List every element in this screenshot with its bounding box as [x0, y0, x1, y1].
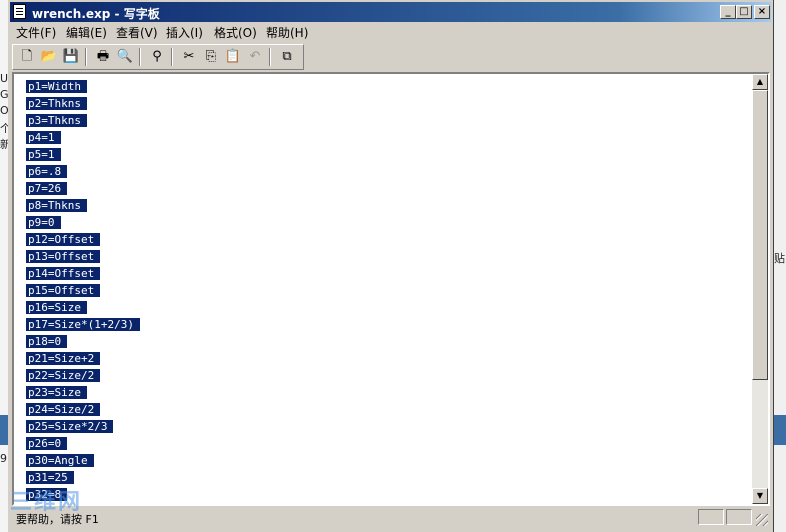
document-line[interactable]: p6=.8: [26, 163, 140, 180]
menu-file[interactable]: 文件(F): [16, 24, 56, 41]
document-line[interactable]: p9=0: [26, 214, 140, 231]
paste-icon[interactable]: 📋: [223, 48, 243, 66]
selected-text[interactable]: p25=Size*2/3: [26, 420, 114, 433]
selected-text[interactable]: p21=Size+2: [26, 352, 101, 365]
background-tab: [0, 415, 8, 445]
menu-insert[interactable]: 插入(I): [166, 24, 203, 41]
minimize-button[interactable]: _: [720, 5, 736, 19]
document-line[interactable]: p30=Angle: [26, 452, 140, 469]
document-line[interactable]: p4=1: [26, 129, 140, 146]
print-icon[interactable]: 🖶: [93, 48, 113, 66]
watermark-logo: 三维网: [10, 490, 83, 515]
close-button[interactable]: ×: [754, 5, 770, 19]
selected-text[interactable]: p22=Size/2: [26, 369, 101, 382]
toolbar-separator: [139, 48, 141, 66]
document-icon[interactable]: [13, 4, 26, 19]
selected-text[interactable]: p13=Offset: [26, 250, 101, 263]
document-line[interactable]: p24=Size/2: [26, 401, 140, 418]
document-line[interactable]: p21=Size+2: [26, 350, 140, 367]
selected-text[interactable]: p12=Offset: [26, 233, 101, 246]
document-line[interactable]: p2=Thkns: [26, 95, 140, 112]
menu-edit[interactable]: 编辑(E): [66, 24, 107, 41]
scroll-up-button[interactable]: ▲: [752, 74, 768, 90]
document-editor[interactable]: p1=Width p2=Thkns p3=Thkns p4=1 p5=1 p6=.8 p7=…: [12, 72, 770, 506]
resize-grip[interactable]: [756, 514, 768, 526]
selected-text[interactable]: p3=Thkns: [26, 114, 87, 127]
selected-text[interactable]: p7=26: [26, 182, 68, 195]
background-text: 贴: [774, 252, 785, 265]
wordpad-window: wrench.exp - 写字板 _ □ × 文件(F) 编辑(E) 查看(V)…: [8, 0, 774, 532]
scroll-thumb[interactable]: [752, 90, 768, 380]
document-line[interactable]: p5=1: [26, 146, 140, 163]
selected-text[interactable]: p16=Size: [26, 301, 87, 314]
status-panel: [698, 509, 724, 525]
menu-help[interactable]: 帮助(H): [266, 24, 308, 41]
print-preview-icon[interactable]: 🔍: [115, 48, 135, 66]
toolbar-separator: [85, 48, 87, 66]
vertical-scrollbar[interactable]: ▲ ▼: [752, 74, 768, 504]
selected-text[interactable]: p2=Thkns: [26, 97, 87, 110]
selected-text[interactable]: p31=25: [26, 471, 74, 484]
toolbar: 🗋 📂 💾 🖶 🔍 ⚲ ✂ ⎘ 📋 ↶ ⧉: [12, 44, 304, 70]
background-tab: [774, 415, 786, 445]
selected-text[interactable]: p18=0: [26, 335, 68, 348]
selected-text[interactable]: p1=Width: [26, 80, 87, 93]
document-line[interactable]: p25=Size*2/3: [26, 418, 140, 435]
window-title: wrench.exp - 写字板: [32, 7, 160, 21]
document-line[interactable]: p15=Offset: [26, 282, 140, 299]
open-icon[interactable]: 📂: [39, 48, 59, 66]
document-line[interactable]: p14=Offset: [26, 265, 140, 282]
selected-text[interactable]: p26=0: [26, 437, 68, 450]
document-line[interactable]: p1=Width: [26, 78, 140, 95]
document-line[interactable]: p7=26: [26, 180, 140, 197]
status-panel: [726, 509, 752, 525]
insert-object-icon[interactable]: ⧉: [277, 48, 297, 66]
menu-view[interactable]: 查看(V): [116, 24, 158, 41]
menu-bar: 文件(F) 编辑(E) 查看(V) 插入(I) 格式(O) 帮助(H): [10, 22, 771, 41]
scroll-down-button[interactable]: ▼: [752, 488, 768, 504]
document-line[interactable]: p13=Offset: [26, 248, 140, 265]
cut-icon[interactable]: ✂: [179, 48, 199, 66]
background-text: U: [0, 72, 9, 85]
copy-icon[interactable]: ⎘: [201, 48, 221, 66]
toolbar-separator: [171, 48, 173, 66]
document-line[interactable]: p23=Size: [26, 384, 140, 401]
maximize-button[interactable]: □: [736, 5, 752, 19]
selected-text[interactable]: p9=0: [26, 216, 61, 229]
selected-text[interactable]: p4=1: [26, 131, 61, 144]
find-icon[interactable]: ⚲: [147, 48, 167, 66]
selected-text[interactable]: p8=Thkns: [26, 199, 87, 212]
document-line[interactable]: p3=Thkns: [26, 112, 140, 129]
selected-text[interactable]: p23=Size: [26, 386, 87, 399]
document-line[interactable]: p16=Size: [26, 299, 140, 316]
toolbar-separator: [269, 48, 271, 66]
undo-icon[interactable]: ↶: [245, 48, 265, 66]
selected-text[interactable]: p30=Angle: [26, 454, 94, 467]
selected-text[interactable]: p17=Size*(1+2/3): [26, 318, 140, 331]
new-icon[interactable]: 🗋: [17, 48, 37, 66]
selected-text[interactable]: p5=1: [26, 148, 61, 161]
document-line[interactable]: p8=Thkns: [26, 197, 140, 214]
selected-text[interactable]: p14=Offset: [26, 267, 101, 280]
background-window-right: 贴: [774, 0, 786, 532]
selected-text[interactable]: p24=Size/2: [26, 403, 101, 416]
document-line[interactable]: p26=0: [26, 435, 140, 452]
selected-text[interactable]: p6=.8: [26, 165, 68, 178]
document-line[interactable]: p12=Offset: [26, 231, 140, 248]
title-bar[interactable]: wrench.exp - 写字板 _ □ ×: [10, 2, 771, 22]
document-line[interactable]: p22=Size/2: [26, 367, 140, 384]
document-line[interactable]: p18=0: [26, 333, 140, 350]
status-bar: 要帮助，请按 F1: [12, 508, 770, 528]
background-text: 9: [0, 452, 7, 465]
menu-format[interactable]: 格式(O): [214, 24, 257, 41]
save-icon[interactable]: 💾: [61, 48, 81, 66]
selected-text[interactable]: p15=Offset: [26, 284, 101, 297]
document-text[interactable]: p1=Width p2=Thkns p3=Thkns p4=1 p5=1 p6=.8 p7=…: [26, 78, 140, 503]
document-line[interactable]: p17=Size*(1+2/3): [26, 316, 140, 333]
